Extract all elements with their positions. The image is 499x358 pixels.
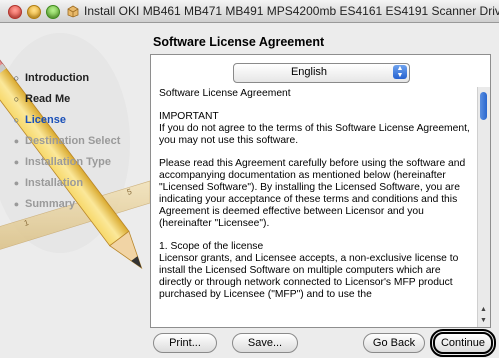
license-paragraph: If you do not agree to the terms of this… [159,123,470,146]
installer-package-icon [67,5,79,18]
step-label: Read Me [25,93,71,105]
language-select-value: English [290,66,328,78]
zoom-window-button[interactable] [46,5,60,19]
popup-stepper-icon: ▲ ▼ [393,65,407,79]
step-introduction: ○ Introduction [12,72,89,84]
continue-button[interactable]: Continue [430,329,496,357]
step-label: Installation Type [25,156,111,168]
language-select[interactable]: English ▲ ▼ [233,63,410,83]
license-text[interactable]: Software License Agreement IMPORTANT If … [159,88,474,323]
step-read-me: ○ Read Me [12,93,70,105]
step-label: Introduction [25,72,90,84]
step-label: License [25,114,66,126]
window-title: Install OKI MB461 MB471 MB491 MPS4200mb … [84,4,499,18]
step-destination-select: ● Destination Select [12,135,121,147]
step-bullet-icon: ● [13,199,20,209]
step-label: Destination Select [25,135,121,147]
minimize-window-button[interactable] [27,5,41,19]
step-summary: ● Summary [12,198,75,210]
step-bullet-icon: ● [13,157,20,167]
scrollbar-thumb[interactable] [480,92,487,120]
print-button[interactable]: Print... [153,333,217,353]
save-button[interactable]: Save... [232,333,298,353]
license-important: IMPORTANT [159,111,219,122]
step-label: Installation [25,177,84,189]
scroll-up-arrow-icon[interactable]: ▲ [480,306,487,313]
step-bullet-icon: ● [13,136,20,146]
title-bar: Install OKI MB461 MB471 MB491 MPS4200mb … [0,0,499,23]
go-back-button[interactable]: Go Back [363,333,425,353]
vertical-scrollbar[interactable]: ▲ ▼ [477,87,490,327]
license-paragraph: Please read this Agreement carefully bef… [159,158,466,229]
page-title: Software License Agreement [153,35,325,49]
license-panel: English ▲ ▼ Software License Agreement IM… [150,54,491,328]
step-installation: ● Installation [12,177,83,189]
step-license: ○ License [12,114,66,126]
step-bullet-icon: ○ [13,115,20,125]
license-paragraph: Licensor grants, and Licensee accepts, a… [159,253,459,300]
step-bullet-icon: ○ [13,94,20,104]
license-heading: Software License Agreement [159,88,291,99]
step-installation-type: ● Installation Type [12,156,111,168]
step-bullet-icon: ● [13,178,20,188]
scroll-down-arrow-icon[interactable]: ▼ [480,317,487,324]
close-window-button[interactable] [8,5,22,19]
license-section-title: 1. Scope of the license [159,241,264,252]
step-label: Summary [25,198,76,210]
step-bullet-icon: ○ [13,73,20,83]
